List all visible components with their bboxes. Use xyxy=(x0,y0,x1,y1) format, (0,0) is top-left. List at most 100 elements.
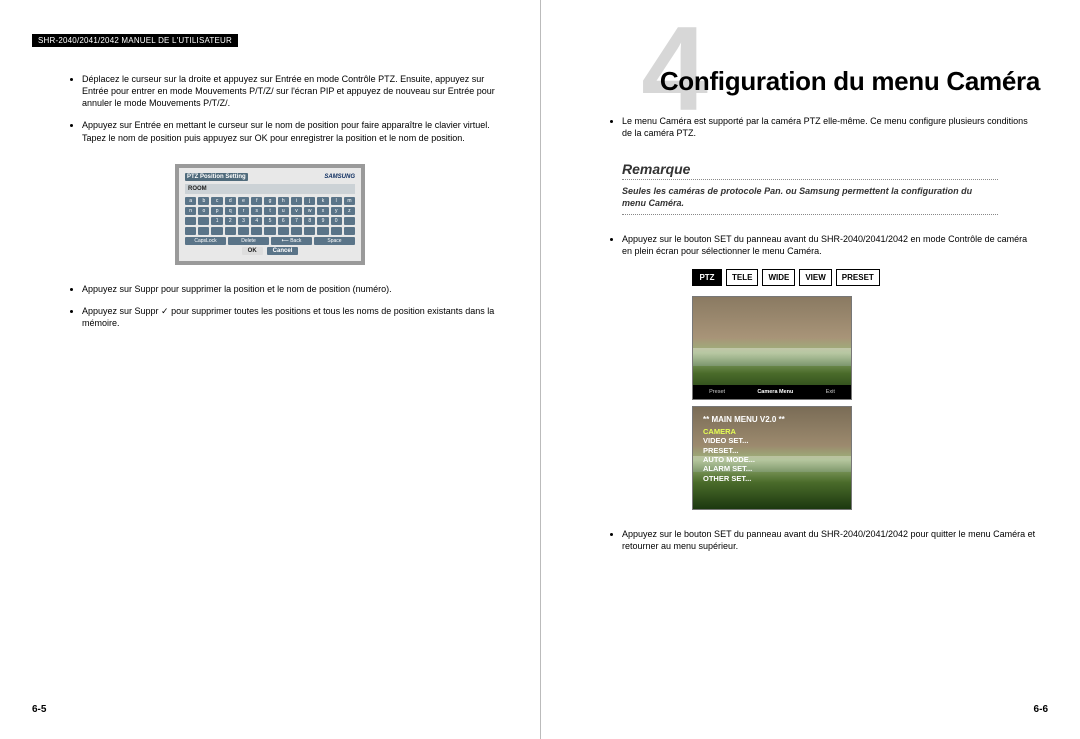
kb-key[interactable]: 7 xyxy=(291,217,302,225)
menu-item: OTHER SET... xyxy=(703,474,851,483)
kb-key[interactable] xyxy=(331,227,342,235)
kb-key[interactable]: o xyxy=(198,207,209,215)
menu-item: PRESET... xyxy=(703,446,851,455)
mode-tele-button[interactable]: TELE xyxy=(726,269,758,286)
ptz-position-name-field: ROOM xyxy=(185,184,355,194)
kb-key[interactable] xyxy=(344,227,355,235)
mode-wide-button[interactable]: WIDE xyxy=(762,269,795,286)
right-quit-bullets: Appuyez sur le bouton SET du panneau ava… xyxy=(622,528,1048,552)
kb-key[interactable]: c xyxy=(211,197,222,205)
kb-key[interactable]: u xyxy=(278,207,289,215)
camera-main-menu-figure: ** MAIN MENU V2.0 ** CAMERAVIDEO SET...P… xyxy=(692,406,852,510)
bullet: Appuyez sur le bouton SET du panneau ava… xyxy=(622,528,1048,552)
kb-key[interactable] xyxy=(304,227,315,235)
remark-heading: Remarque xyxy=(622,161,1048,177)
kb-key[interactable]: j xyxy=(304,197,315,205)
mode-button-row: PTZTELEWIDEVIEW PRESET xyxy=(692,269,1048,286)
running-head: SHR-2040/2041/2042 MANUEL DE L'UTILISATE… xyxy=(32,34,238,47)
bullet: Appuyez sur le bouton SET du panneau ava… xyxy=(622,233,1048,257)
page-number-right: 6-6 xyxy=(1034,704,1048,715)
kb-key[interactable]: 9 xyxy=(317,217,328,225)
bullet: Déplacez le curseur sur la droite et app… xyxy=(82,73,508,109)
bullet: Appuyez sur Suppr ✓ pour supprimer toute… xyxy=(82,305,508,329)
menu-item: CAMERA xyxy=(703,427,851,436)
cam-bar-exit: Exit xyxy=(826,389,835,395)
right-set-bullets: Appuyez sur le bouton SET du panneau ava… xyxy=(622,233,1048,257)
kb-key[interactable]: e xyxy=(238,197,249,205)
main-menu-title: ** MAIN MENU V2.0 ** xyxy=(693,407,851,427)
mode-preset-button[interactable]: PRESET xyxy=(836,269,880,286)
kb-key[interactable]: g xyxy=(264,197,275,205)
kb-key[interactable]: f xyxy=(251,197,262,205)
right-page: 4 Configuration du menu Caméra Le menu C… xyxy=(540,0,1080,739)
menu-item: VIDEO SET... xyxy=(703,436,851,445)
kb-key[interactable] xyxy=(198,217,209,225)
kb-key[interactable] xyxy=(211,227,222,235)
chapter-title: Configuration du menu Caméra xyxy=(572,66,1048,97)
kb-key[interactable]: a xyxy=(185,197,196,205)
kb-key[interactable]: i xyxy=(291,197,302,205)
page-number-left: 6-5 xyxy=(32,704,46,715)
kb-key[interactable] xyxy=(251,227,262,235)
left-page: SHR-2040/2041/2042 MANUEL DE L'UTILISATE… xyxy=(0,0,540,739)
kb-key[interactable] xyxy=(344,217,355,225)
mode-view-button[interactable]: VIEW xyxy=(799,269,831,286)
kb-key[interactable] xyxy=(198,227,209,235)
left-top-bullets: Déplacez le curseur sur la droite et app… xyxy=(82,73,508,144)
kb-key[interactable]: w xyxy=(304,207,315,215)
kb-key[interactable]: t xyxy=(264,207,275,215)
kb-key[interactable]: y xyxy=(331,207,342,215)
samsung-logo: SAMSUNG xyxy=(324,174,355,180)
kb-key[interactable] xyxy=(317,227,328,235)
kb-fn-key[interactable]: ⟵ Back xyxy=(271,237,312,245)
kb-key[interactable]: r xyxy=(238,207,249,215)
cam-bar-camera-menu: Camera Menu xyxy=(757,389,793,395)
kb-key[interactable] xyxy=(278,227,289,235)
kb-key[interactable] xyxy=(264,227,275,235)
ok-button[interactable]: OK xyxy=(242,247,263,255)
page-spine xyxy=(540,0,541,739)
kb-key[interactable] xyxy=(225,227,236,235)
bullet: Appuyez sur Entrée en mettant le curseur… xyxy=(82,119,508,143)
camera-preview-bottom-bar: Preset Camera Menu Exit xyxy=(693,385,851,399)
kb-key[interactable]: 0 xyxy=(331,217,342,225)
bullet: Appuyez sur Suppr pour supprimer la posi… xyxy=(82,283,508,295)
kb-key[interactable]: m xyxy=(344,197,355,205)
kb-key[interactable]: s xyxy=(251,207,262,215)
kb-key[interactable]: 5 xyxy=(264,217,275,225)
kb-key[interactable]: z xyxy=(344,207,355,215)
cancel-button[interactable]: Cancel xyxy=(267,247,299,255)
kb-key[interactable]: 8 xyxy=(304,217,315,225)
dotted-rule xyxy=(622,214,998,215)
dotted-rule xyxy=(622,179,998,180)
kb-fn-key[interactable]: CapsLock xyxy=(185,237,226,245)
kb-key[interactable]: 4 xyxy=(251,217,262,225)
kb-key[interactable]: k xyxy=(317,197,328,205)
menu-item: ALARM SET... xyxy=(703,464,851,473)
ptz-keyboard-figure: PTZ Position Setting SAMSUNG ROOM abcdef… xyxy=(175,164,365,265)
kb-key[interactable]: v xyxy=(291,207,302,215)
kb-key[interactable]: q xyxy=(225,207,236,215)
kb-key[interactable] xyxy=(185,227,196,235)
kb-key[interactable]: d xyxy=(225,197,236,205)
menu-item: AUTO MODE... xyxy=(703,455,851,464)
kb-key[interactable]: 6 xyxy=(278,217,289,225)
kb-key[interactable]: n xyxy=(185,207,196,215)
kb-key[interactable]: l xyxy=(331,197,342,205)
kb-key[interactable] xyxy=(238,227,249,235)
kb-key[interactable]: 2 xyxy=(225,217,236,225)
mode-ptz-button[interactable]: PTZ xyxy=(692,269,722,286)
kb-key[interactable]: x xyxy=(317,207,328,215)
kb-key[interactable]: h xyxy=(278,197,289,205)
kb-key[interactable]: 3 xyxy=(238,217,249,225)
ptz-title: PTZ Position Setting xyxy=(185,173,248,181)
kb-key[interactable]: b xyxy=(198,197,209,205)
kb-key[interactable] xyxy=(291,227,302,235)
cam-bar-preset: Preset xyxy=(709,389,725,395)
kb-key[interactable]: p xyxy=(211,207,222,215)
remark-body: Seules les caméras de protocole Pan. ou … xyxy=(622,186,998,209)
kb-fn-key[interactable]: Delete xyxy=(228,237,269,245)
kb-key[interactable] xyxy=(185,217,196,225)
kb-key[interactable]: 1 xyxy=(211,217,222,225)
kb-fn-key[interactable]: Space xyxy=(314,237,355,245)
